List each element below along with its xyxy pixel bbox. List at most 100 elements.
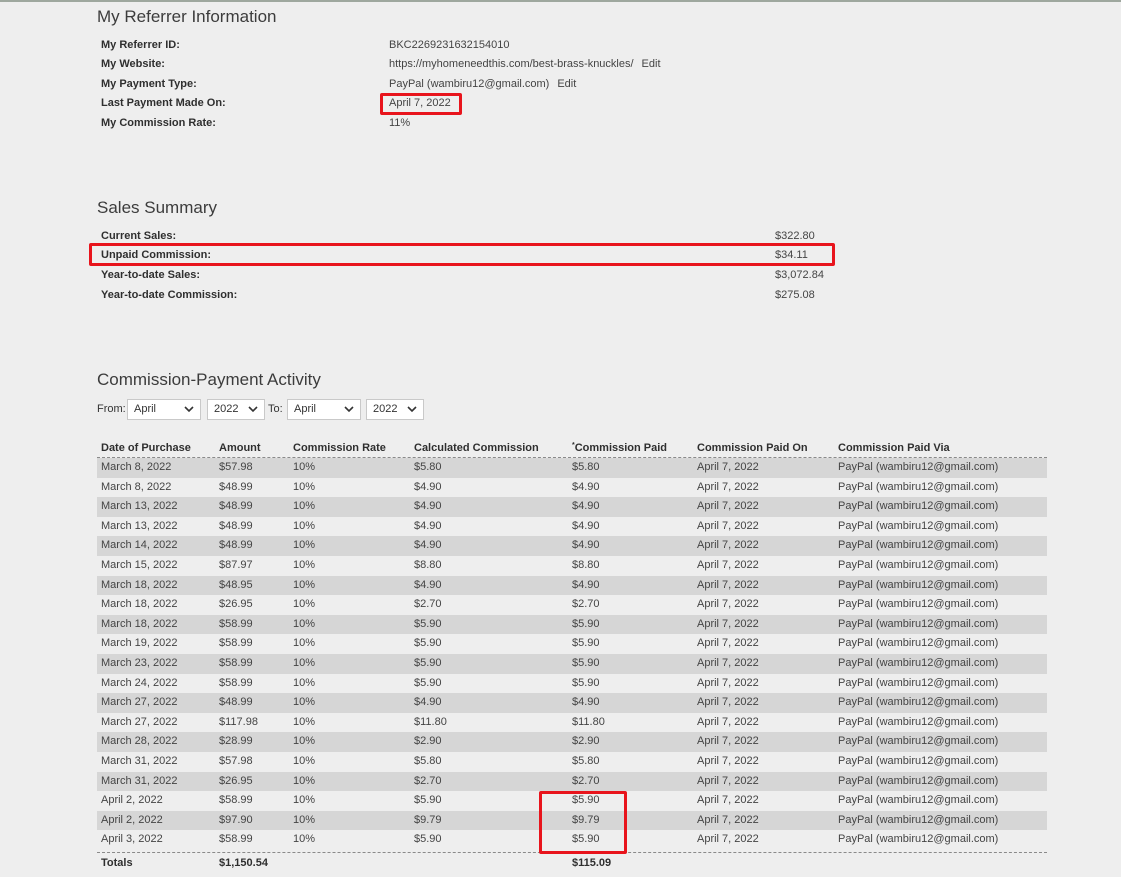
table-row: March 13, 2022 $48.99 10% $4.90 $4.90 April 7… <box>97 516 1047 537</box>
cell-rate: 10% <box>293 598 316 611</box>
cell-paid: $5.80 <box>572 461 600 473</box>
cell-amount: $87.97 <box>219 558 253 571</box>
to-month-select[interactable]: April <box>287 399 361 420</box>
cell-paid-on: April 7, 2022 <box>697 676 759 689</box>
cell-calculated: $5.90 <box>414 833 442 846</box>
cell-amount: $26.95 <box>219 598 253 611</box>
cell-rate: 10% <box>293 774 316 787</box>
cell-amount: $57.98 <box>219 461 253 473</box>
cell-date: March 13, 2022 <box>101 519 178 532</box>
to-year-value: 2022 <box>373 403 398 415</box>
cell-date: March 28, 2022 <box>101 735 178 748</box>
cell-rate: 10% <box>293 833 316 846</box>
from-month-select[interactable]: April <box>127 399 201 420</box>
cell-paid-on: April 7, 2022 <box>697 813 759 826</box>
referrer-info-title: My Referrer Information <box>97 7 277 26</box>
cell-paid: $4.90 <box>572 500 600 513</box>
col-date-header: Date of Purchase <box>101 442 191 454</box>
website-label: My Website: <box>101 58 165 70</box>
cell-calculated: $9.79 <box>414 813 442 826</box>
cell-calculated: $11.80 <box>414 715 447 728</box>
cell-date: March 27, 2022 <box>101 696 178 709</box>
cell-paid-on: April 7, 2022 <box>697 754 759 767</box>
cell-paid-on: April 7, 2022 <box>697 637 759 650</box>
cell-amount: $48.99 <box>219 500 253 513</box>
cell-paid-on: April 7, 2022 <box>697 461 759 473</box>
cell-date: March 15, 2022 <box>101 558 178 571</box>
cell-paid-via: PayPal (wambiru12@gmail.com) <box>838 794 999 807</box>
cell-paid-via: PayPal (wambiru12@gmail.com) <box>838 715 999 728</box>
cell-calculated: $2.90 <box>414 735 442 748</box>
cell-rate: 10% <box>293 637 316 650</box>
table-row: March 18, 2022 $58.99 10% $5.90 $5.90 April 7… <box>97 614 1047 635</box>
col-paid-header: *Commission Paid <box>572 442 667 454</box>
cell-rate: 10% <box>293 558 316 571</box>
cell-paid: $8.80 <box>572 558 600 571</box>
website-url: https://myhomeneedthis.com/best-brass-kn… <box>389 58 634 70</box>
col-paid-on-header: Commission Paid On <box>697 442 808 454</box>
cell-paid: $4.90 <box>572 696 600 709</box>
col-amount-header: Amount <box>219 442 261 454</box>
ytd-sales-row: Year-to-date Sales: $3,072.84 <box>101 267 824 283</box>
cell-paid-on: April 7, 2022 <box>697 833 759 846</box>
cell-date: March 18, 2022 <box>101 578 178 591</box>
cell-paid: $4.90 <box>572 578 600 591</box>
chevron-down-icon <box>407 406 417 413</box>
cell-rate: 10% <box>293 813 316 826</box>
referrer-id-label: My Referrer ID: <box>101 39 180 51</box>
cell-calculated: $2.70 <box>414 774 442 787</box>
referrer-id-value: BKC2269231632154010 <box>389 39 510 51</box>
cell-amount: $28.99 <box>219 735 253 748</box>
cell-date: March 18, 2022 <box>101 617 178 630</box>
cell-paid-via: PayPal (wambiru12@gmail.com) <box>838 578 999 591</box>
cell-paid-via: PayPal (wambiru12@gmail.com) <box>838 774 999 787</box>
cell-rate: 10% <box>293 656 316 669</box>
cell-amount: $58.99 <box>219 656 253 669</box>
from-year-select[interactable]: 2022 <box>207 399 265 420</box>
cell-calculated: $5.80 <box>414 754 442 767</box>
cell-paid-on: April 7, 2022 <box>697 519 759 532</box>
cell-paid-on: April 7, 2022 <box>697 558 759 571</box>
table-row: March 24, 2022 $58.99 10% $5.90 $5.90 April 7… <box>97 673 1047 694</box>
cell-paid-on: April 7, 2022 <box>697 500 759 513</box>
current-sales-value: $322.80 <box>775 230 815 242</box>
cell-paid-via: PayPal (wambiru12@gmail.com) <box>838 813 999 826</box>
cell-amount: $58.99 <box>219 833 253 846</box>
commission-rate-label: My Commission Rate: <box>101 117 216 129</box>
table-row: March 23, 2022 $58.99 10% $5.90 $5.90 April 7… <box>97 653 1047 674</box>
cell-paid-on: April 7, 2022 <box>697 656 759 669</box>
current-sales-label: Current Sales: <box>101 230 177 242</box>
cell-paid-on: April 7, 2022 <box>697 794 759 807</box>
cell-paid-via: PayPal (wambiru12@gmail.com) <box>838 558 999 571</box>
commission-rate-value: 11% <box>389 117 411 129</box>
cell-amount: $26.95 <box>219 774 253 787</box>
cell-rate: 10% <box>293 578 316 591</box>
cell-calculated: $4.90 <box>414 696 442 709</box>
cell-paid-via: PayPal (wambiru12@gmail.com) <box>838 676 999 689</box>
cell-paid-on: April 7, 2022 <box>697 735 759 748</box>
cell-paid-via: PayPal (wambiru12@gmail.com) <box>838 696 999 709</box>
cell-amount: $58.99 <box>219 617 253 630</box>
col-rate-header: Commission Rate <box>293 442 386 454</box>
cell-calculated: $5.90 <box>414 637 442 650</box>
cell-rate: 10% <box>293 539 316 552</box>
cell-paid-via: PayPal (wambiru12@gmail.com) <box>838 754 999 767</box>
cell-paid-on: April 7, 2022 <box>697 774 759 787</box>
cell-amount: $48.99 <box>219 519 253 532</box>
edit-payment-type-link[interactable]: Edit <box>557 78 576 90</box>
cell-date: April 2, 2022 <box>101 813 163 826</box>
cell-paid-via: PayPal (wambiru12@gmail.com) <box>838 500 999 513</box>
to-label: To: <box>268 403 283 415</box>
cell-date: March 19, 2022 <box>101 637 178 650</box>
cell-paid-via: PayPal (wambiru12@gmail.com) <box>838 617 999 630</box>
ytd-commission-row: Year-to-date Commission: $275.08 <box>101 287 816 303</box>
edit-website-link[interactable]: Edit <box>642 58 661 70</box>
cell-calculated: $4.90 <box>414 578 442 591</box>
to-month-value: April <box>294 403 317 415</box>
cell-paid: $4.90 <box>572 539 600 552</box>
cell-rate: 10% <box>293 617 316 630</box>
cell-rate: 10% <box>293 696 316 709</box>
to-year-select[interactable]: 2022 <box>366 399 424 420</box>
cell-rate: 10% <box>293 461 316 473</box>
cell-rate: 10% <box>293 794 316 807</box>
